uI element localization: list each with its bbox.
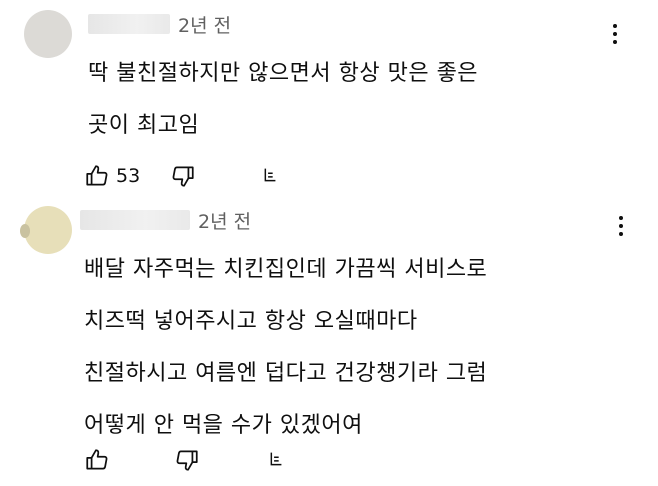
avatar[interactable] — [24, 10, 72, 58]
dislike-button[interactable] — [170, 163, 196, 189]
comment-line: 딱 불친절하지만 않으면서 항상 맛은 좋은 — [88, 61, 479, 86]
comment-line: 곳이 최고임 — [88, 113, 200, 138]
reply-icon — [270, 452, 282, 466]
comment-time: 2년 전 — [178, 14, 232, 37]
thumbs-down-icon — [172, 166, 194, 187]
dislike-button[interactable] — [174, 447, 200, 473]
thumbs-up-icon — [86, 449, 108, 470]
avatar[interactable] — [20, 206, 72, 254]
reply-button[interactable] — [264, 449, 286, 471]
comment-line: 배달 자주먹는 치킨집인데 가끔씩 서비스로 — [84, 257, 488, 282]
more-vert-icon[interactable] — [618, 216, 624, 240]
like-button[interactable]: 53 — [84, 163, 140, 189]
author-name-redacted[interactable] — [88, 14, 170, 34]
thumbs-down-icon — [176, 450, 198, 471]
like-button[interactable] — [84, 447, 110, 473]
more-vert-icon[interactable] — [612, 24, 618, 48]
comment-header: 2년 전 — [80, 206, 251, 234]
comment-line: 치즈떡 넣어주시고 항상 오실때마다 — [84, 309, 418, 334]
reply-icon — [264, 168, 276, 182]
comment-time: 2년 전 — [198, 210, 252, 233]
comment-header: 2년 전 — [88, 10, 231, 38]
comment-actions: 53 — [84, 160, 280, 192]
like-count: 53 — [116, 165, 141, 187]
comment-text: 딱 불친절하지만 않으면서 항상 맛은 좋은 곳이 최고임 — [88, 48, 478, 152]
thumbs-up-icon — [86, 165, 108, 186]
comment-actions — [84, 444, 286, 476]
author-name-redacted[interactable] — [80, 210, 190, 230]
comment-text: 배달 자주먹는 치킨집인데 가끔씩 서비스로 치즈떡 넣어주시고 항상 오실때마… — [84, 244, 487, 452]
comment-line: 친절하시고 여름엔 덥다고 건강챙기라 그럼 — [84, 361, 488, 386]
reply-button[interactable] — [258, 165, 280, 187]
